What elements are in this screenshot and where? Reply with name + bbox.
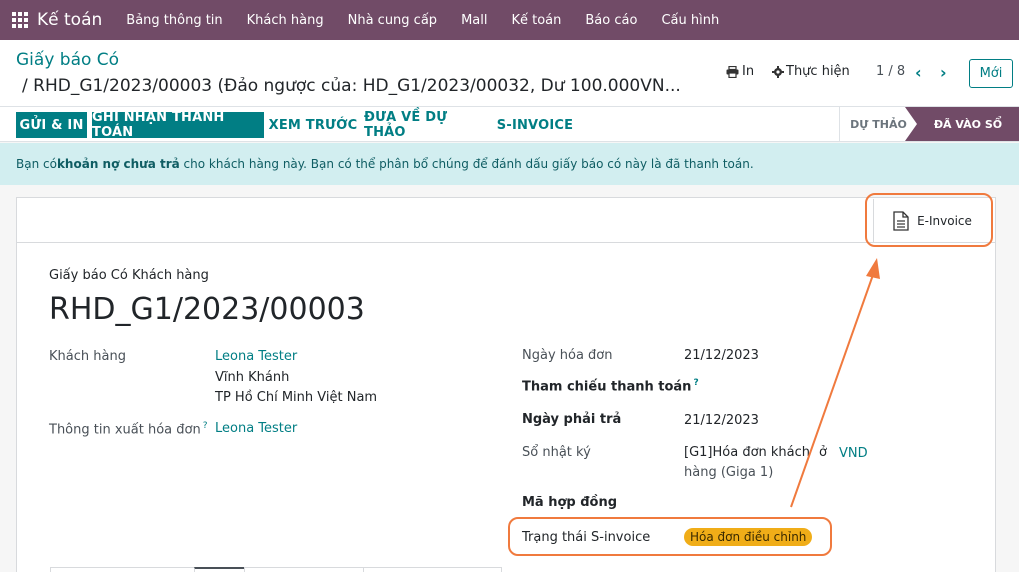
preview-button[interactable]: XEM TRƯỚC [268,112,358,138]
invoicing-info-link[interactable]: Leona Tester [215,421,297,436]
journal-value-line2[interactable]: hàng (Giga 1) [684,465,773,480]
new-button[interactable]: Mới [969,59,1013,88]
top-navbar: Kế toán Bảng thông tin Khách hàng Nhà cu… [0,0,1019,40]
breadcrumb-current: / RHD_G1/2023/00003 (Đảo ngược của: HD_G… [22,76,681,96]
alert-suffix: cho khách hàng này. Bạn có thể phân bổ c… [179,157,754,171]
journal-label: Sổ nhật ký [522,445,591,460]
button-box: E-Invoice [17,198,995,243]
menu-configuration[interactable]: Cấu hình [661,13,719,28]
menu-vendors[interactable]: Nhà cung cấp [348,13,437,28]
alert-prefix: Bạn có [16,157,57,171]
help-icon[interactable]: ? [203,421,208,431]
app-name[interactable]: Kế toán [37,10,102,30]
payment-reference-label-text: Tham chiếu thanh toán [522,379,692,395]
customer-label: Khách hàng [49,349,126,364]
chevron-right-icon[interactable]: › [940,63,947,82]
invoicing-info-label: Thông tin xuất hóa đơn? [49,421,207,437]
customer-address-line2: TP Hồ Chí Minh Việt Nam [215,390,378,405]
menu-dashboard[interactable]: Bảng thông tin [126,13,222,28]
contract-code-label: Mã hợp đồng [522,495,618,510]
menu-accounting[interactable]: Kế toán [511,13,561,28]
control-panel: Giấy báo Có / RHD_G1/2023/00003 (Đảo ngư… [0,40,1019,107]
send-print-button[interactable]: GỬI & IN [16,112,87,138]
help-icon[interactable]: ? [693,378,698,388]
stage-posted[interactable]: ĐÃ VÀO SỔ [917,107,1019,141]
chevron-left-icon[interactable]: ‹ [915,63,922,82]
breadcrumb-parent[interactable]: Giấy báo Có [16,50,119,70]
menu-customers[interactable]: Khách hàng [247,13,324,28]
pager-value[interactable]: 1 / 8 [876,64,905,79]
print-label: In [742,64,755,79]
menu-mall[interactable]: Mall [461,13,487,28]
notebook-tabs [50,567,502,572]
alert-emphasis[interactable]: khoản nợ chưa trả [57,157,180,171]
status-bar: GỬI & IN GHI NHẬN THANH TOÁN XEM TRƯỚC Đ… [0,107,1019,142]
annotation-arrow-icon [790,258,880,508]
printer-icon [726,65,739,78]
s-invoice-button[interactable]: S-INVOICE [494,112,576,138]
gear-icon [772,65,784,78]
invoice-date-label: Ngày hóa đơn [522,348,613,363]
due-date-label: Ngày phải trả [522,412,622,427]
action-button[interactable]: Thực hiện [772,64,850,79]
outstanding-credits-alert: Bạn có khoản nợ chưa trả cho khách hàng … [0,143,1019,185]
einvoice-highlight-box [865,193,993,247]
customer-name-link[interactable]: Leona Tester [215,349,297,364]
document-type-label: Giấy báo Có Khách hàng [49,268,209,283]
invoicing-info-label-text: Thông tin xuất hóa đơn [49,422,201,438]
print-button[interactable]: In [726,64,754,79]
customer-address-line1: Vĩnh Khánh [215,370,290,385]
reset-draft-button[interactable]: ĐƯA VỀ DỰ THẢO [364,110,489,140]
action-label: Thực hiện [786,64,850,79]
invoice-date-value[interactable]: 21/12/2023 [684,348,759,363]
due-date-value[interactable]: 21/12/2023 [684,413,759,428]
register-payment-button[interactable]: GHI NHẬN THANH TOÁN [92,110,264,140]
apps-menu-icon[interactable] [0,0,40,40]
payment-reference-label: Tham chiếu thanh toán? [522,378,699,394]
record-name: RHD_G1/2023/00003 [49,292,365,327]
menu-reports[interactable]: Báo cáo [585,13,637,28]
sinvoice-status-highlight-box [508,517,832,556]
